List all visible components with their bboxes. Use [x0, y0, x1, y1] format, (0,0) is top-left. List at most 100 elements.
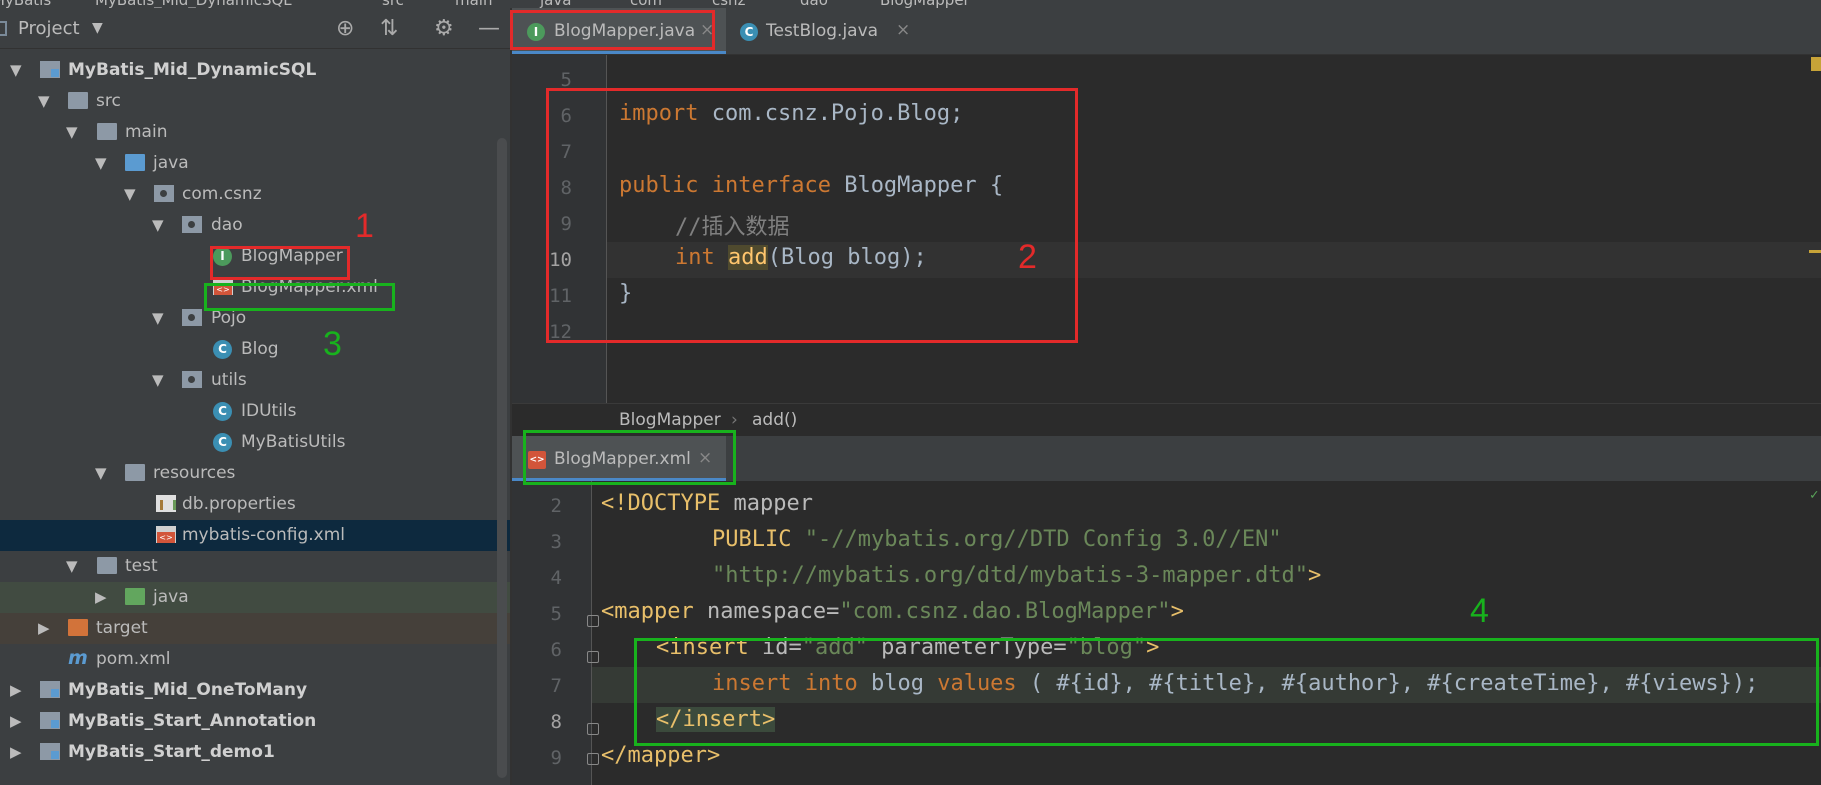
annotation-box-red: [210, 246, 350, 280]
tree-item-package[interactable]: ▼ utils: [0, 365, 510, 396]
annotation-box-red: [546, 88, 1078, 343]
tree-item-file[interactable]: C MyBatisUtils: [0, 427, 510, 458]
package-icon: [182, 309, 202, 326]
tree-item-label: resources: [153, 463, 236, 483]
tree-item-label: Pojo: [211, 308, 247, 328]
tree-item-package[interactable]: ▼ dao: [0, 210, 510, 241]
fold-icon[interactable]: [587, 753, 599, 765]
tree-item-file[interactable]: C IDUtils: [0, 396, 510, 427]
package-icon: [154, 185, 174, 202]
expanded-arrow-icon[interactable]: ▼: [10, 61, 22, 79]
module-icon: [40, 712, 60, 729]
tree-item-folder[interactable]: ▶ java: [0, 582, 510, 613]
warning-marker[interactable]: [1811, 57, 1821, 71]
code-string: "http://mybatis.org/dtd/mybatis-3-mapper…: [712, 563, 1309, 588]
tree-item-module[interactable]: ▶ MyBatis_Start_Annotation: [0, 706, 510, 737]
fold-icon[interactable]: [587, 651, 599, 663]
code-tag: >: [1170, 599, 1184, 624]
collapsed-arrow-icon[interactable]: ▶: [10, 681, 22, 699]
tree-item-file-selected[interactable]: mybatis-config.xml: [0, 520, 510, 551]
nav-crumb[interactable]: java: [540, 0, 571, 8]
tree-item-file[interactable]: C Blog: [0, 334, 510, 365]
gear-icon[interactable]: ⚙: [434, 16, 454, 41]
fold-icon[interactable]: [587, 615, 599, 627]
tree-item-module[interactable]: ▶ MyBatis_Start_demo1: [0, 737, 510, 768]
expanded-arrow-icon[interactable]: ▼: [152, 216, 164, 234]
nav-crumb[interactable]: MyBatis_Mid_DynamicSQL: [95, 0, 292, 8]
tree-item-folder[interactable]: ▶ target: [0, 613, 510, 644]
nav-crumb[interactable]: MyBatis: [0, 0, 51, 8]
chevron-right-icon: ›: [731, 410, 738, 430]
nav-crumb[interactable]: dao: [800, 0, 828, 8]
tree-item-folder[interactable]: ▼ test: [0, 551, 510, 582]
project-panel-title[interactable]: Project: [18, 18, 80, 39]
tree-item-label: MyBatis_Mid_OneToMany: [68, 680, 308, 700]
module-icon: [40, 743, 60, 760]
tree-item-label: main: [125, 122, 168, 142]
tree-item-label: target: [96, 618, 148, 638]
tree-item-file[interactable]: m pom.xml: [0, 644, 510, 675]
code-string: "-//mybatis.org//DTD Config 3.0//EN": [804, 527, 1282, 552]
expanded-arrow-icon[interactable]: ▼: [95, 464, 107, 482]
nav-crumb[interactable]: src: [382, 0, 404, 8]
tree-item-package[interactable]: ▼ com.csnz: [0, 179, 510, 210]
tree-item-folder[interactable]: ▼ resources: [0, 458, 510, 489]
line-number: 6: [550, 639, 562, 661]
expanded-arrow-icon[interactable]: ▼: [66, 123, 78, 141]
line-marker[interactable]: [1809, 250, 1821, 253]
expanded-arrow-icon[interactable]: ▼: [124, 185, 136, 203]
nav-crumb[interactable]: csnz: [712, 0, 745, 8]
package-icon: [182, 216, 202, 233]
class-icon: C: [740, 23, 758, 41]
tree-item-module[interactable]: ▼ MyBatis_Mid_DynamicSQL: [0, 55, 510, 86]
tree-item-label: com.csnz: [182, 184, 262, 204]
tree-item-label: MyBatis_Start_demo1: [68, 742, 275, 762]
collapse-all-icon[interactable]: ⇅: [380, 16, 398, 41]
tree-item-folder[interactable]: ▼ main: [0, 117, 510, 148]
locate-icon[interactable]: ⊕: [336, 16, 354, 41]
collapsed-arrow-icon[interactable]: ▶: [95, 588, 107, 606]
tree-item-label: Blog: [241, 339, 279, 359]
line-number: 4: [550, 567, 562, 589]
tree-item-file[interactable]: db.properties: [0, 489, 510, 520]
tree-item-label: mybatis-config.xml: [182, 525, 345, 545]
nav-crumb[interactable]: main: [455, 0, 492, 8]
module-icon: [40, 61, 60, 78]
breadcrumb-item[interactable]: add(): [752, 410, 797, 430]
project-scrollbar[interactable]: [497, 138, 507, 778]
code-attr: namespace=: [693, 599, 840, 624]
breadcrumb-item[interactable]: BlogMapper: [619, 410, 721, 430]
expanded-arrow-icon[interactable]: ▼: [95, 154, 107, 172]
nav-crumb[interactable]: BlogMapper: [880, 0, 970, 8]
expanded-arrow-icon[interactable]: ▼: [66, 557, 78, 575]
tree-item-folder[interactable]: ▼ java: [0, 148, 510, 179]
nav-crumb[interactable]: com: [630, 0, 662, 8]
annotation-box-green: [634, 638, 1819, 746]
project-icon: [0, 21, 7, 36]
project-panel: Project ▼ ⊕ ⇅ ⚙ — ▼ MyBatis_Mid_DynamicS…: [0, 8, 510, 785]
expanded-arrow-icon[interactable]: ▼: [152, 309, 164, 327]
folder-icon: [97, 123, 117, 140]
tree-item-module[interactable]: ▶ MyBatis_Mid_OneToMany: [0, 675, 510, 706]
tree-item-label: MyBatis_Mid_DynamicSQL: [68, 60, 317, 80]
tree-item-folder[interactable]: ▼ src: [0, 86, 510, 117]
code-tag: >: [1308, 563, 1322, 588]
line-number: 9: [550, 747, 562, 769]
line-number: 2: [550, 495, 562, 517]
code-line-clipped: [605, 481, 1505, 489]
hide-icon[interactable]: —: [478, 16, 500, 41]
code-string: "com.csnz.dao.BlogMapper": [839, 599, 1171, 624]
collapsed-arrow-icon[interactable]: ▶: [38, 619, 50, 637]
collapsed-arrow-icon[interactable]: ▶: [10, 712, 22, 730]
expanded-arrow-icon[interactable]: ▼: [38, 92, 50, 110]
tree-item-label: MyBatisUtils: [241, 432, 346, 452]
fold-icon[interactable]: [587, 723, 599, 735]
close-icon[interactable]: ×: [896, 20, 910, 40]
chevron-down-icon[interactable]: ▼: [92, 20, 103, 36]
tab-testblog-java[interactable]: C TestBlog.java ×: [728, 8, 918, 54]
check-icon[interactable]: ✓: [1810, 487, 1818, 503]
expanded-arrow-icon[interactable]: ▼: [152, 371, 164, 389]
xml-file-icon: [156, 526, 176, 543]
test-folder-icon: [125, 588, 145, 605]
collapsed-arrow-icon[interactable]: ▶: [10, 743, 22, 761]
